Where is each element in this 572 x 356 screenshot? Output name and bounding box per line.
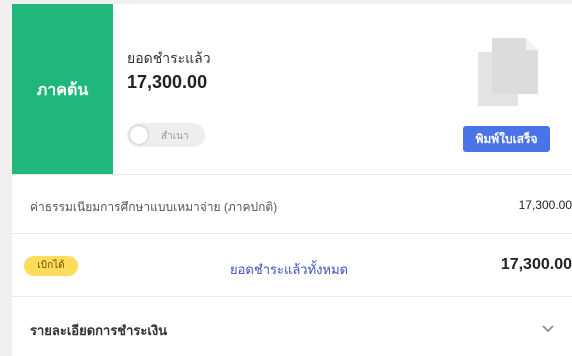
payment-details-expander[interactable]: รายละเอียดการชำระเงิน: [12, 297, 572, 356]
total-label: ยอดชำระแล้วทั้งหมด: [230, 262, 349, 277]
document-copy-icon: [478, 38, 538, 106]
paid-label: ยอดชำระแล้ว: [127, 50, 211, 66]
fee-amount: 17,300.00: [518, 198, 572, 212]
fee-label: ค่าธรรมเนียมการศึกษาแบบเหมาจ่าย (ภาคปกติ…: [30, 200, 278, 214]
paid-amount: 17,300.00: [127, 72, 208, 92]
chevron-down-icon[interactable]: [541, 324, 555, 334]
payment-summary: ภาคต้น ยอดชำระแล้ว 17,300.00 สำเนา พิมพ์…: [12, 4, 572, 174]
status-badge: เบิกได้: [24, 256, 78, 276]
toggle-knob[interactable]: [130, 126, 148, 144]
total-row: เบิกได้ ยอดชำระแล้วทั้งหมด 17,300.00: [12, 234, 572, 296]
payment-details-label: รายละเอียดการชำระเงิน: [30, 323, 168, 338]
payment-card: ภาคต้น ยอดชำระแล้ว 17,300.00 สำเนา พิมพ์…: [12, 4, 572, 356]
semester-label: ภาคต้น: [36, 81, 89, 99]
fee-row: ค่าธรรมเนียมการศึกษาแบบเหมาจ่าย (ภาคปกติ…: [12, 175, 572, 233]
semester-badge: ภาคต้น: [12, 4, 113, 174]
copy-toggle[interactable]: สำเนา: [127, 123, 205, 147]
print-receipt-button[interactable]: พิมพ์ใบเสร็จ: [463, 126, 550, 152]
total-amount: 17,300.00: [500, 256, 572, 273]
toggle-label: สำเนา: [161, 131, 189, 142]
